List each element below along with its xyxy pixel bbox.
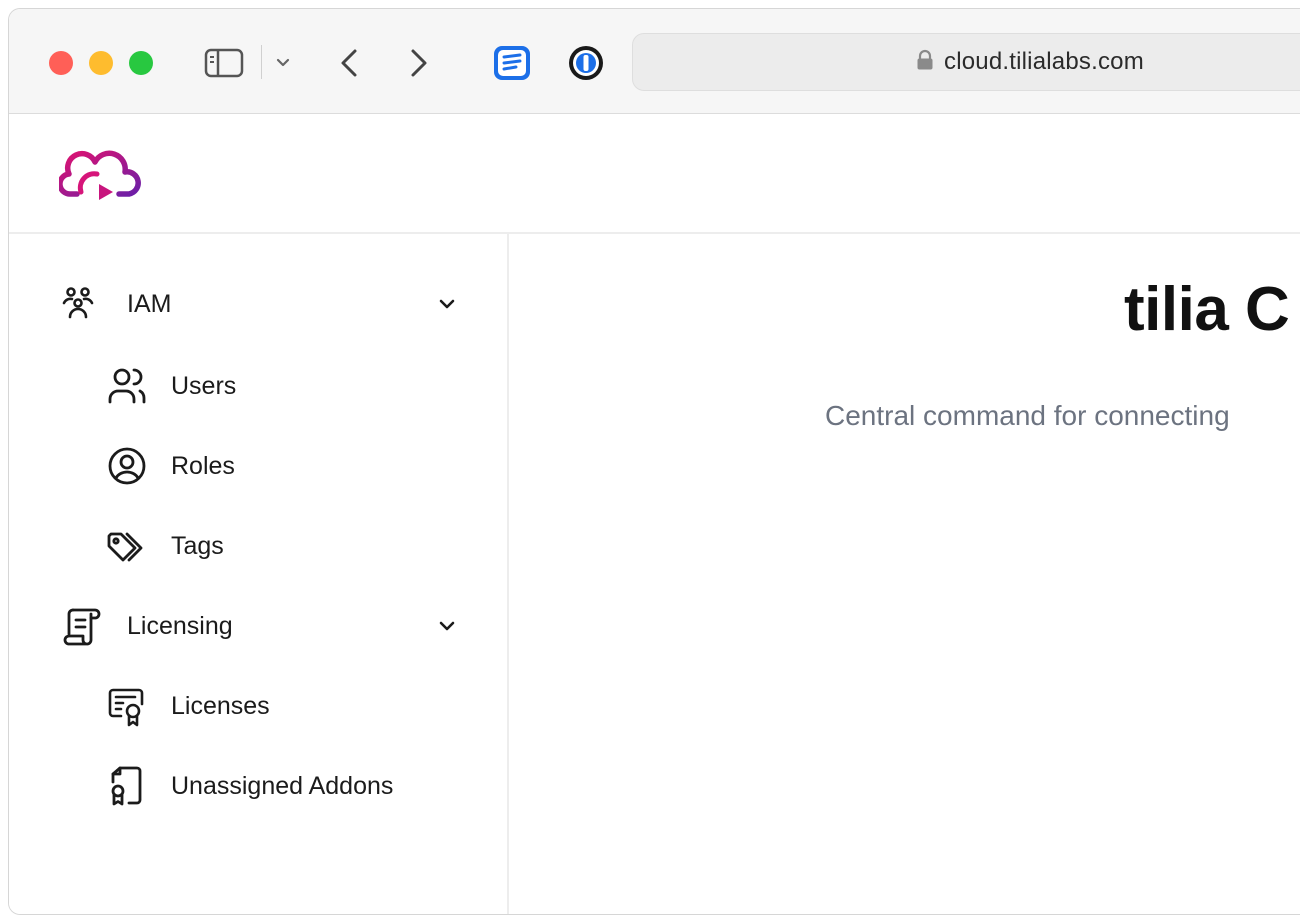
sidebar-item-label: Unassigned Addons [171, 771, 394, 800]
nav-group-label: Licensing [127, 611, 233, 640]
minimize-window-button[interactable] [89, 51, 113, 75]
tilia-cloud-logo-icon[interactable] [57, 144, 141, 209]
password-manager-icon[interactable] [566, 44, 606, 82]
sidebar-toggle-icon[interactable] [204, 47, 244, 79]
sidebar-item-label: Users [171, 371, 237, 400]
notes-extension-icon[interactable] [492, 44, 532, 82]
back-arrow-icon[interactable] [334, 43, 364, 83]
chevron-down-icon[interactable] [433, 612, 461, 640]
sidebar-item-label: Roles [171, 451, 235, 480]
side-navigation: IAM Users Roles Tags Licensing Licenses … [9, 234, 509, 914]
sidebar-item-roles[interactable]: Roles [105, 444, 235, 488]
people-group-icon [61, 282, 105, 326]
page-title: tilia C [1124, 275, 1290, 344]
tags-icon [105, 524, 149, 568]
zoom-window-button[interactable] [129, 51, 153, 75]
scroll-icon [61, 604, 105, 648]
close-window-button[interactable] [49, 51, 73, 75]
browser-window: cloud.tilialabs.com IAM Users Roles Tags… [8, 8, 1300, 915]
sidebar-item-unassigned-addons[interactable]: Unassigned Addons [105, 764, 393, 808]
certificate-icon [105, 684, 149, 728]
address-bar[interactable]: cloud.tilialabs.com [632, 33, 1300, 91]
url-text: cloud.tilialabs.com [944, 48, 1144, 75]
toolbar-divider [261, 45, 262, 79]
nav-group-label: IAM [127, 289, 172, 318]
browser-toolbar: cloud.tilialabs.com [9, 9, 1300, 114]
user-circle-icon [105, 444, 149, 488]
sidebar-item-tags[interactable]: Tags [105, 524, 224, 568]
sidebar-item-licenses[interactable]: Licenses [105, 684, 270, 728]
document-badge-icon [105, 764, 149, 808]
chevron-down-icon[interactable] [433, 290, 461, 318]
nav-group-licensing[interactable]: Licensing [61, 604, 461, 648]
chevron-down-icon[interactable] [271, 49, 295, 75]
users-icon [105, 364, 149, 408]
sidebar-item-users[interactable]: Users [105, 364, 236, 408]
main-content: tilia C Central command for connecting [509, 234, 1300, 914]
page-subtitle: Central command for connecting [825, 400, 1230, 431]
forward-arrow-icon[interactable] [404, 43, 434, 83]
site-header [9, 114, 1300, 234]
sidebar-item-label: Tags [171, 531, 224, 560]
nav-group-iam[interactable]: IAM [61, 282, 461, 326]
sidebar-item-label: Licenses [171, 691, 270, 720]
lock-icon [916, 49, 934, 76]
